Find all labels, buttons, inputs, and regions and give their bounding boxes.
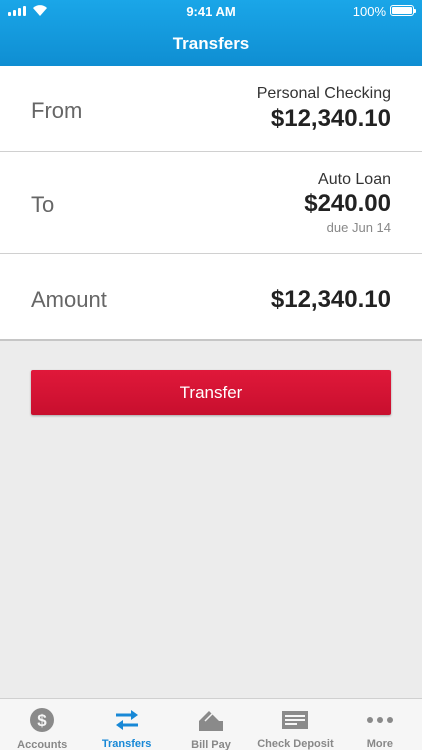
svg-text:$: $ <box>37 711 47 730</box>
tab-transfers[interactable]: Transfers <box>84 699 168 750</box>
tab-bar: $ Accounts Transfers Bill Pay Check Depo… <box>0 698 422 750</box>
amount-label: Amount <box>31 287 107 312</box>
tab-accounts[interactable]: $ Accounts <box>0 699 84 750</box>
transfer-button[interactable]: Transfer <box>31 370 391 415</box>
battery-percent: 100% <box>352 4 386 19</box>
from-account-balance: $12,340.10 <box>270 105 391 132</box>
bill-pay-icon <box>199 710 224 731</box>
tab-check-deposit[interactable]: Check Deposit <box>253 699 337 750</box>
tab-bill-pay[interactable]: Bill Pay <box>169 699 253 750</box>
to-account-name: Auto Loan <box>318 171 391 188</box>
from-label: From <box>31 98 83 123</box>
to-due-date: due Jun 14 <box>326 220 391 235</box>
from-row[interactable]: From Personal Checking $12,340.10 <box>0 66 422 152</box>
tab-label: Transfers <box>101 738 152 750</box>
to-label: To <box>31 192 55 217</box>
amount-row[interactable]: Amount $12,340.10 <box>0 254 422 341</box>
to-row[interactable]: To Auto Loan $240.00 due Jun 14 <box>0 152 422 254</box>
more-icon <box>366 716 393 723</box>
from-account-name: Personal Checking <box>256 85 391 102</box>
to-amount-due: $240.00 <box>304 190 391 217</box>
to-details: Auto Loan $240.00 due Jun 14 <box>304 171 391 235</box>
amount-value[interactable]: $12,340.10 <box>271 286 391 314</box>
status-bar: 9:41 AM 100% <box>0 0 422 22</box>
page-title: Transfers <box>172 34 250 53</box>
tab-label: Accounts <box>17 739 68 750</box>
check-icon <box>282 710 309 729</box>
transfer-arrows-icon <box>115 709 138 730</box>
tab-label: Bill Pay <box>191 739 231 750</box>
tab-label: More <box>366 738 393 750</box>
header-bar: 9:41 AM 100% Transfers <box>0 0 422 66</box>
tab-label: Check Deposit <box>257 738 334 750</box>
from-details: Personal Checking $12,340.10 <box>257 85 391 133</box>
tab-more[interactable]: More <box>338 699 422 750</box>
dollar-icon: $ <box>30 708 55 732</box>
battery-icon <box>390 5 416 16</box>
